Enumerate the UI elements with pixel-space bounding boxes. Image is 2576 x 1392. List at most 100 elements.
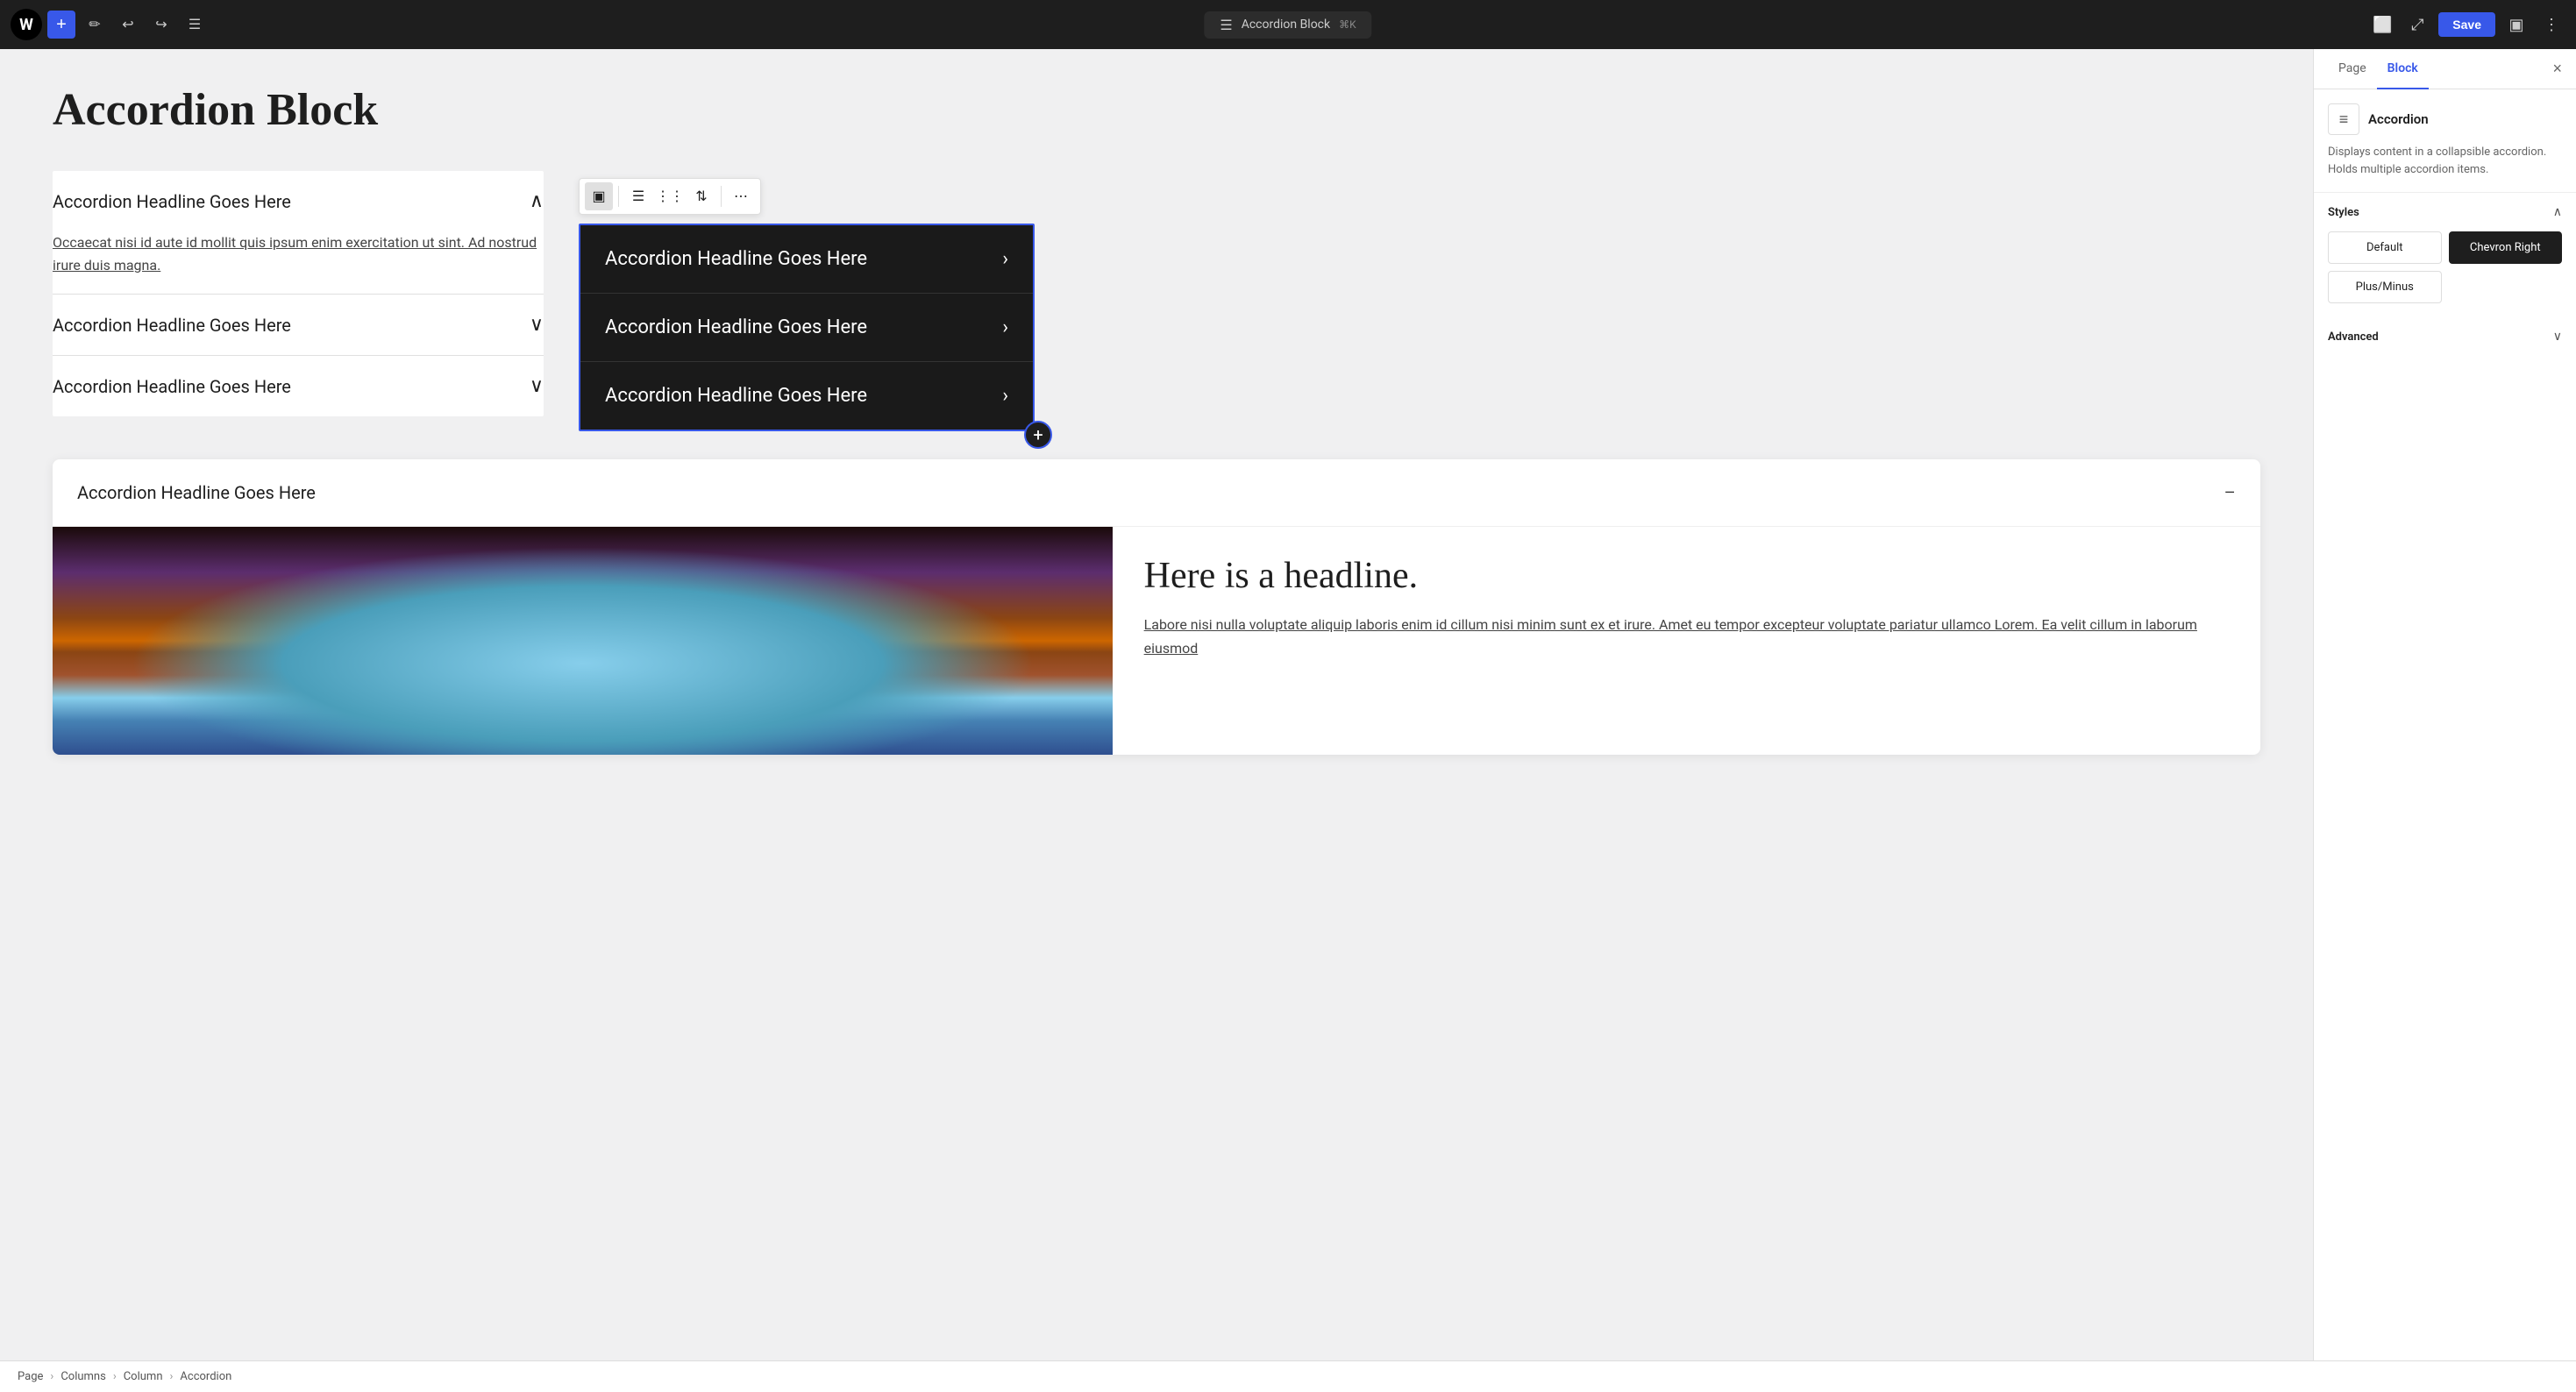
minus-icon: − (2224, 480, 2236, 505)
list-view-button[interactable]: ☰ (181, 11, 209, 39)
styles-grid: Default Chevron Right Plus/Minus (2314, 231, 2576, 317)
accordion-header-2[interactable]: Accordion Headline Goes Here ∨ (53, 295, 544, 355)
chevron-down-icon-2: ∨ (530, 314, 544, 336)
toolbar-divider (618, 186, 619, 207)
style-option-chevron-label: Chevron Right (2470, 241, 2541, 254)
advanced-label: Advanced (2328, 330, 2379, 344)
topbar-right: ⬜ ⤢ Save ▣ ⋮ (2368, 11, 2565, 39)
accordion-body-text-1: Occaecat nisi id aute id mollit quis ips… (53, 234, 537, 273)
toolbar-divider-2 (721, 186, 722, 207)
block-header: ≡ Accordion (2328, 103, 2562, 135)
center-shortcut: ⌘K (1339, 18, 1356, 31)
accordion-pm-title: Accordion Headline Goes Here (77, 482, 316, 503)
breadcrumb-page[interactable]: Page (18, 1370, 43, 1383)
topbar-left: W + ✏ ↩ ↪ ☰ (11, 9, 209, 40)
center-document-info[interactable]: ☰ Accordion Block ⌘K (1204, 11, 1371, 39)
accordion-item-1: Accordion Headline Goes Here ∧ Occaecat … (53, 171, 544, 295)
accordion-title-3: Accordion Headline Goes Here (53, 376, 291, 397)
accordion-dark: Accordion Headline Goes Here › Accordion… (579, 224, 1035, 431)
block-toolbar: ▣ ☰ ⋮⋮ ⇅ ⋯ (579, 178, 761, 215)
topbar-center: ☰ Accordion Block ⌘K (1204, 11, 1371, 39)
doc-icon: ☰ (1220, 17, 1232, 33)
style-option-plus-minus[interactable]: Plus/Minus (2328, 271, 2442, 303)
sidebar-toggle-button[interactable]: ▣ (2502, 11, 2530, 39)
toolbar-more-btn[interactable]: ⋯ (727, 182, 755, 210)
toolbar-accordion-icon[interactable]: ▣ (585, 182, 613, 210)
style-option-plus-label: Plus/Minus (2356, 281, 2414, 294)
panel-close-button[interactable]: × (2552, 49, 2562, 89)
accordion-default: Accordion Headline Goes Here ∧ Occaecat … (53, 171, 544, 416)
panel-tabs: Page Block × (2314, 49, 2576, 89)
canvas-area: Accordion Block Accordion Headline Goes … (0, 49, 2313, 1360)
page-title: Accordion Block (53, 84, 2260, 136)
accordion-header-1[interactable]: Accordion Headline Goes Here ∧ (53, 171, 544, 231)
advanced-section[interactable]: Advanced ∨ (2314, 317, 2576, 356)
accordion-pm-body-text: Labore nisi nulla voluptate aliquip labo… (1144, 616, 2197, 657)
accordion-dark-item-1[interactable]: Accordion Headline Goes Here › (580, 225, 1033, 294)
redo-button[interactable]: ↪ (147, 11, 175, 39)
accordion-header-3[interactable]: Accordion Headline Goes Here ∨ (53, 356, 544, 416)
undo-button[interactable]: ↩ (114, 11, 142, 39)
accordion-pm-content: Here is a headline. Labore nisi nulla vo… (1113, 527, 2260, 755)
topbar: W + ✏ ↩ ↪ ☰ ☰ Accordion Block ⌘K ⬜ ⤢ Sav… (0, 0, 2576, 49)
accordion-dark-title-3: Accordion Headline Goes Here (605, 385, 867, 407)
accordion-title-1: Accordion Headline Goes Here (53, 191, 291, 212)
chevron-right-icon-2: › (1002, 316, 1008, 338)
view-button[interactable]: ⬜ (2368, 11, 2396, 39)
right-panel: Page Block × ≡ Accordion Displays conten… (2313, 49, 2576, 1360)
accordion-dark-title-1: Accordion Headline Goes Here (605, 248, 867, 270)
block-description: Displays content in a collapsible accord… (2328, 144, 2562, 178)
toolbar-drag-btn[interactable]: ⋮⋮ (656, 182, 684, 210)
tools-button[interactable]: ✏ (81, 11, 109, 39)
breadcrumb-sep-2: › (113, 1370, 117, 1383)
accordion-pm-header[interactable]: Accordion Headline Goes Here − (53, 459, 2260, 527)
styles-header[interactable]: Styles ∧ (2314, 193, 2576, 231)
breadcrumb-sep-3: › (170, 1370, 174, 1383)
add-block-button[interactable]: + (47, 11, 75, 39)
tab-block[interactable]: Block (2377, 49, 2429, 89)
toolbar-arrows-btn[interactable]: ⇅ (687, 182, 715, 210)
accordion-item-3: Accordion Headline Goes Here ∨ (53, 356, 544, 416)
center-title: Accordion Block (1242, 18, 1330, 32)
main-layout: Accordion Block Accordion Headline Goes … (0, 49, 2576, 1360)
accordion-title-2: Accordion Headline Goes Here (53, 315, 291, 336)
chevron-down-icon-3: ∨ (530, 375, 544, 397)
style-option-default[interactable]: Default (2328, 231, 2442, 264)
wp-logo[interactable]: W (11, 9, 42, 40)
accordion-pm-headline: Here is a headline. (1144, 555, 2229, 597)
accordion-pm-text: Labore nisi nulla voluptate aliquip labo… (1144, 613, 2229, 660)
breadcrumb-columns[interactable]: Columns (60, 1370, 106, 1383)
accordion-pm-body: Here is a headline. Labore nisi nulla vo… (53, 527, 2260, 755)
save-button[interactable]: Save (2438, 12, 2495, 37)
accordion-dark-item-3[interactable]: Accordion Headline Goes Here › (580, 362, 1033, 430)
breadcrumb-accordion[interactable]: Accordion (180, 1370, 231, 1383)
breadcrumb-bar: Page › Columns › Column › Accordion (0, 1360, 2576, 1392)
tab-page[interactable]: Page (2328, 49, 2377, 89)
image-inner (53, 527, 1113, 755)
breadcrumb-sep-1: › (50, 1370, 53, 1383)
wp-logo-text: W (19, 16, 33, 34)
accordion-plusminus: Accordion Headline Goes Here − Here is a… (53, 459, 2260, 755)
style-option-default-label: Default (2366, 241, 2403, 254)
styles-label: Styles (2328, 206, 2359, 219)
accordion-body-1: Occaecat nisi id aute id mollit quis ips… (53, 231, 544, 294)
selected-accordion-wrapper: ▣ ☰ ⋮⋮ ⇅ ⋯ Accordion Headline Goes Here … (579, 224, 1035, 431)
chevron-right-icon-3: › (1002, 385, 1008, 407)
accordion-item-2: Accordion Headline Goes Here ∨ (53, 295, 544, 356)
block-name: Accordion (2368, 111, 2429, 127)
add-block-button-inline[interactable]: + (1024, 421, 1052, 449)
accordion-dark-item-2[interactable]: Accordion Headline Goes Here › (580, 294, 1033, 362)
advanced-collapse-icon: ∨ (2553, 330, 2562, 344)
block-icon-symbol: ≡ (2339, 110, 2349, 129)
accordion-dark-title-2: Accordion Headline Goes Here (605, 316, 867, 338)
accordion-pm-image (53, 527, 1113, 755)
more-options-button[interactable]: ⋮ (2537, 11, 2565, 39)
toolbar-list-view-btn[interactable]: ☰ (624, 182, 652, 210)
block-icon: ≡ (2328, 103, 2359, 135)
chevron-up-icon-1: ∧ (530, 190, 544, 212)
breadcrumb-column[interactable]: Column (124, 1370, 163, 1383)
styles-collapse-icon: ∧ (2553, 205, 2562, 219)
external-link-button[interactable]: ⤢ (2403, 11, 2431, 39)
styles-section: Styles ∧ Default Chevron Right Plus/Minu… (2314, 193, 2576, 317)
style-option-chevron-right[interactable]: Chevron Right (2449, 231, 2563, 264)
